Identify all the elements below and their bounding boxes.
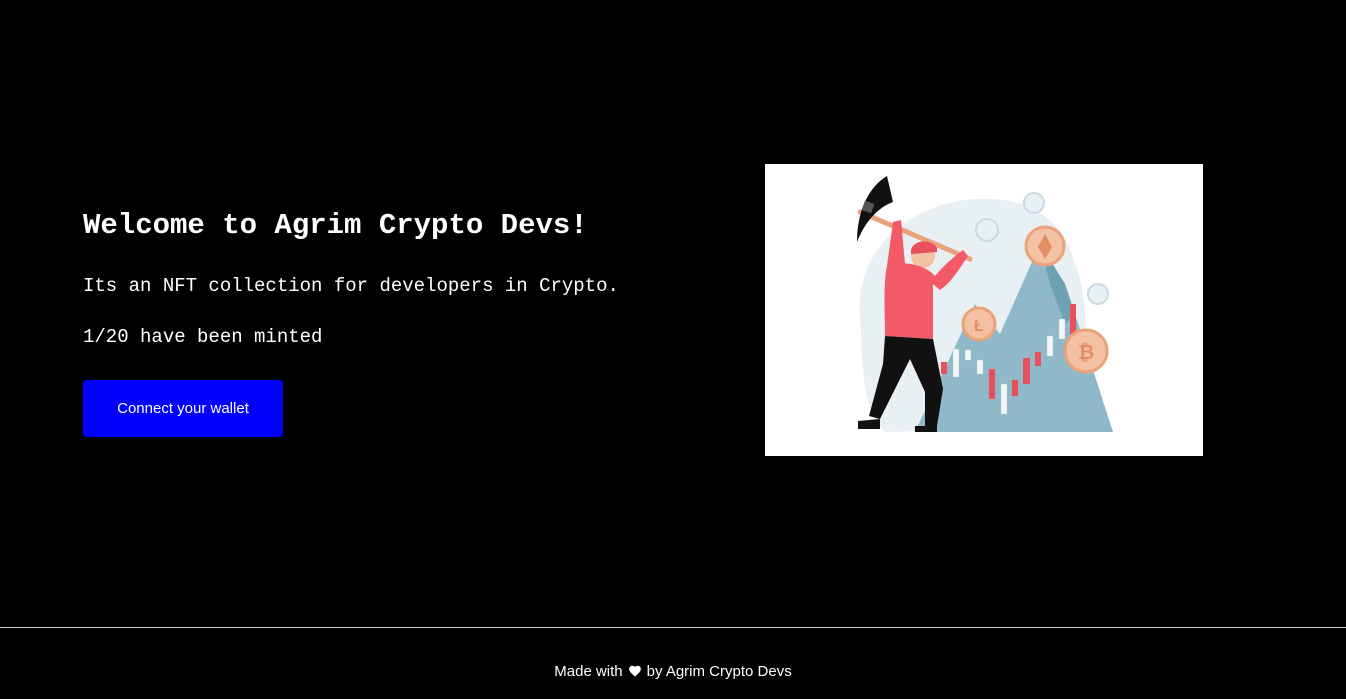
page-title: Welcome to Agrim Crypto Devs! [83,209,588,242]
small-coin-icon [975,218,999,242]
candle [952,348,960,378]
candle [1000,383,1008,415]
candle [964,349,972,361]
crypto-miner-illustration: Ł ₿ [765,164,1203,456]
svg-text:₿: ₿ [1078,342,1094,364]
illustration-svg: Ł ₿ [857,176,1113,432]
candle [941,362,947,374]
svg-text:Ł: Ł [974,318,984,335]
main-section: Welcome to Agrim Crypto Devs! Its an NFT… [0,0,1346,627]
candle [976,359,984,375]
candle [1058,318,1066,340]
small-coin-icon [1023,192,1045,214]
minted-count: 1/20 have been minted [83,326,323,348]
shoe [915,426,937,432]
hero-text: Welcome to Agrim Crypto Devs! Its an NFT… [83,205,703,348]
footer: Made with by Agrim Crypto Devs [0,628,1346,699]
heart-icon [628,665,641,677]
candle [1023,358,1030,384]
candle [989,369,995,399]
description: Its an NFT collection for developers in … [83,275,619,297]
footer-made-with: Made with [554,662,623,680]
footer-by-text: by Agrim Crypto Devs [646,662,792,680]
connect-wallet-button[interactable]: Connect your wallet [83,380,283,437]
candle [1070,304,1076,334]
shoe [858,419,880,429]
candle [1046,335,1054,357]
candle [1035,352,1041,366]
small-coin-icon [1087,283,1109,305]
candle [1012,380,1018,396]
